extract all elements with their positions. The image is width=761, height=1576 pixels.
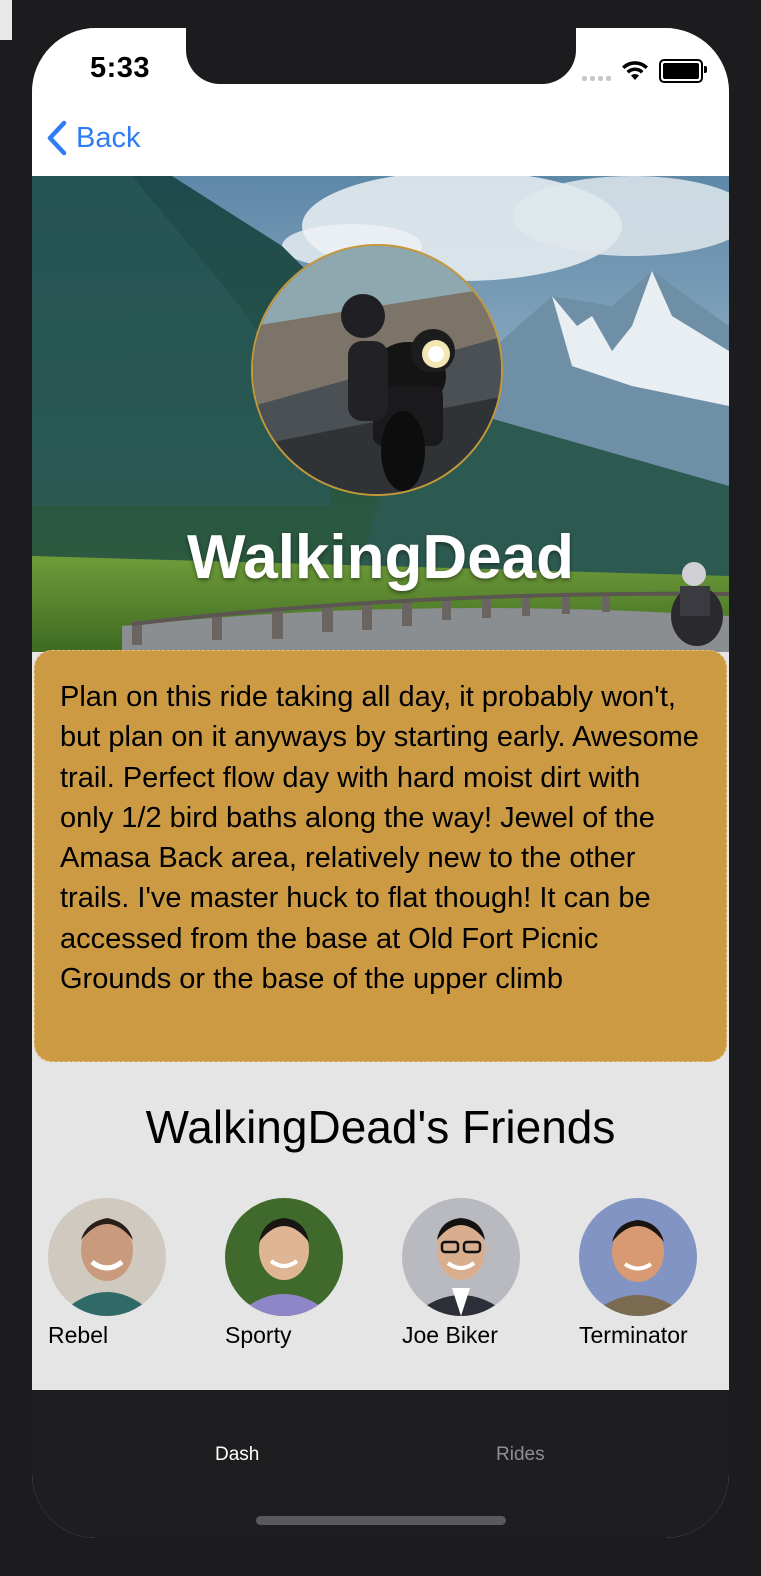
friend-name: Terminator <box>579 1322 688 1348</box>
person-photo-icon <box>48 1198 166 1316</box>
friend-name: Joe Biker <box>402 1322 498 1348</box>
battery-icon <box>659 59 707 83</box>
friend-item-rebel[interactable]: Rebel <box>48 1198 208 1349</box>
friend-item-terminator[interactable]: Terminator <box>579 1198 729 1349</box>
person-photo-icon <box>579 1198 697 1316</box>
status-time: 5:33 <box>90 52 151 84</box>
person-photo-icon <box>225 1198 343 1316</box>
status-bar: 5:33 Back <box>32 28 729 176</box>
status-icons <box>582 58 707 84</box>
friend-avatar <box>579 1198 697 1316</box>
app-screen: 5:33 Back WalkingDead Plan on this ride … <box>32 28 729 1538</box>
motorcycle-rider-image <box>253 246 501 494</box>
friend-avatar <box>48 1198 166 1316</box>
cellular-signal-icon <box>582 61 611 81</box>
back-label: Back <box>76 121 141 154</box>
tab-rides[interactable]: Rides <box>496 1444 545 1466</box>
home-indicator[interactable] <box>256 1516 506 1525</box>
person-photo-icon <box>402 1198 520 1316</box>
ride-description-card: Plan on this ride taking all day, it pro… <box>34 650 727 1062</box>
tab-dash[interactable]: Dash <box>215 1444 259 1466</box>
friend-avatar <box>225 1198 343 1316</box>
friend-avatar <box>402 1198 520 1316</box>
frame-corner <box>0 0 12 40</box>
device-notch <box>186 28 576 84</box>
wifi-icon <box>622 61 648 80</box>
friend-item-sporty[interactable]: Sporty <box>225 1198 385 1349</box>
tab-bar: Dash Rides <box>32 1390 729 1538</box>
friends-heading: WalkingDead's Friends <box>145 1101 616 1153</box>
profile-header: WalkingDead <box>32 176 729 652</box>
ride-description-text: Plan on this ride taking all day, it pro… <box>60 681 699 996</box>
friend-name: Sporty <box>225 1322 292 1348</box>
friend-name: Rebel <box>48 1322 109 1348</box>
friend-item-joe-biker[interactable]: Joe Biker <box>402 1198 562 1349</box>
chevron-left-icon <box>47 120 67 156</box>
profile-username: WalkingDead <box>187 523 574 592</box>
back-button[interactable]: Back <box>46 120 140 156</box>
profile-avatar <box>251 244 503 496</box>
